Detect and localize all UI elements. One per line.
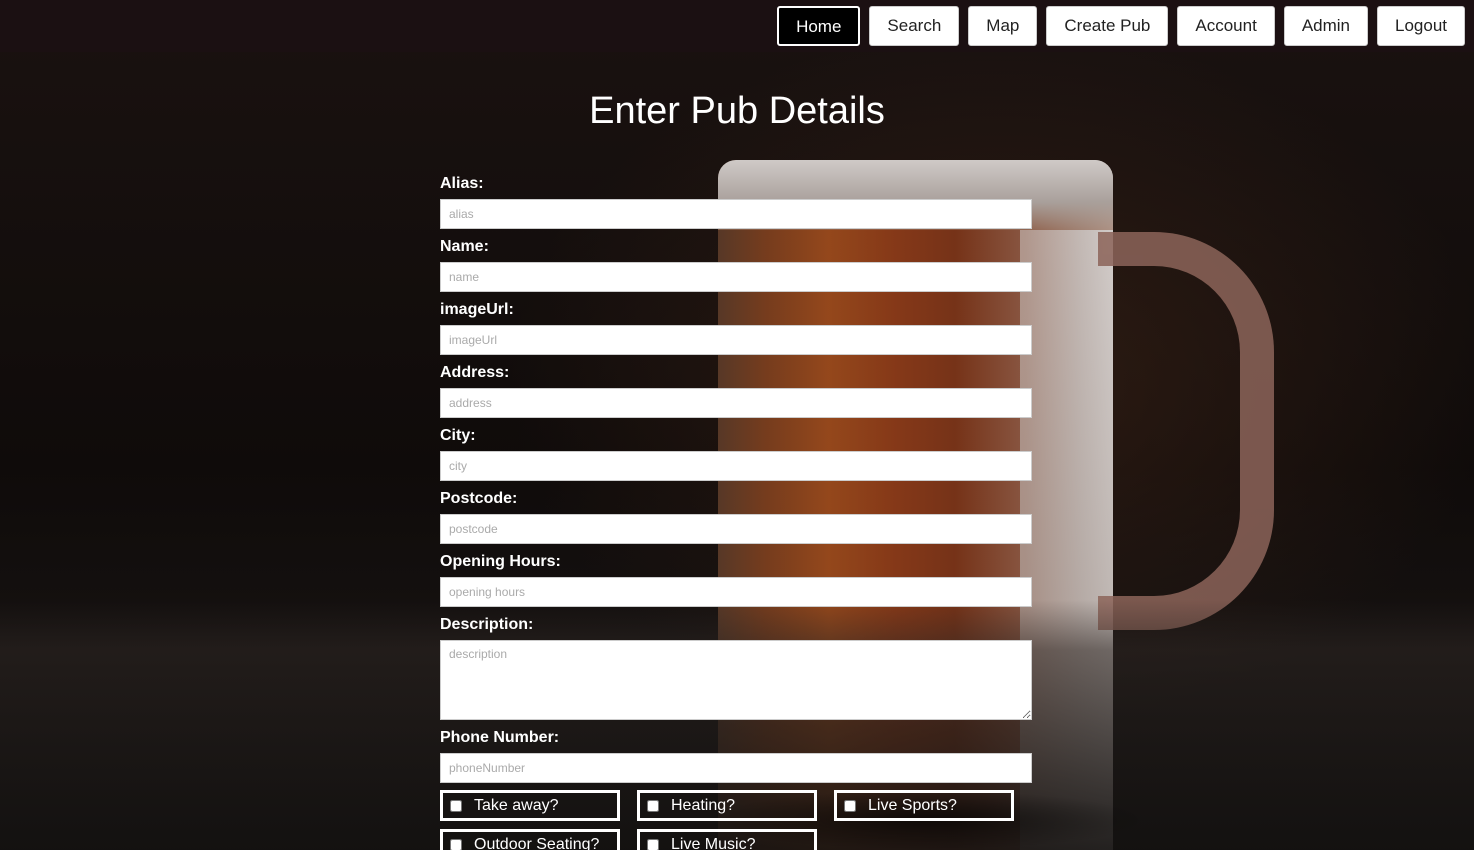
description-label: Description: xyxy=(440,616,534,633)
page-title: Enter Pub Details xyxy=(589,90,885,132)
address-label: Address: xyxy=(440,364,510,381)
outdoor-seating-option[interactable]: Outdoor Seating? xyxy=(440,829,620,850)
address-input[interactable] xyxy=(440,388,1032,418)
nav-logout-button[interactable]: Logout xyxy=(1377,6,1465,46)
phone-number-label: Phone Number: xyxy=(440,729,560,746)
nav-create-pub-button[interactable]: Create Pub xyxy=(1046,6,1169,46)
take-away-checkbox[interactable] xyxy=(450,799,462,812)
heating-label: Heating? xyxy=(671,796,736,814)
live-sports-checkbox[interactable] xyxy=(844,799,856,812)
image-url-label: imageUrl: xyxy=(440,301,514,318)
opening-hours-input[interactable] xyxy=(440,577,1032,607)
image-url-input[interactable] xyxy=(440,325,1032,355)
amenities-checkbox-group: Take away? Heating? Live Sports? Outdoor… xyxy=(440,790,1040,850)
live-music-label: Live Music? xyxy=(671,835,756,850)
name-label: Name: xyxy=(440,238,489,255)
city-label: City: xyxy=(440,427,476,444)
outdoor-seating-checkbox[interactable] xyxy=(450,838,462,850)
nav-search-button[interactable]: Search xyxy=(869,6,960,46)
pub-details-form: Alias: Name: imageUrl: Address: City: Po… xyxy=(440,173,1032,850)
heating-checkbox[interactable] xyxy=(647,799,659,812)
main-content: Enter Pub Details Alias: Name: imageUrl:… xyxy=(0,52,1474,850)
nav-home-button[interactable]: Home xyxy=(777,6,861,46)
nav-account-button[interactable]: Account xyxy=(1177,6,1275,46)
name-input[interactable] xyxy=(440,262,1032,292)
opening-hours-label: Opening Hours: xyxy=(440,553,561,570)
description-textarea[interactable] xyxy=(440,640,1032,720)
take-away-option[interactable]: Take away? xyxy=(440,790,620,821)
take-away-label: Take away? xyxy=(474,796,559,814)
nav-map-button[interactable]: Map xyxy=(968,6,1038,46)
live-sports-label: Live Sports? xyxy=(868,796,957,814)
city-input[interactable] xyxy=(440,451,1032,481)
live-music-checkbox[interactable] xyxy=(647,838,659,850)
alias-input[interactable] xyxy=(440,199,1032,229)
heating-option[interactable]: Heating? xyxy=(637,790,817,821)
postcode-input[interactable] xyxy=(440,514,1032,544)
live-music-option[interactable]: Live Music? xyxy=(637,829,817,850)
alias-label: Alias: xyxy=(440,175,484,192)
phone-number-input[interactable] xyxy=(440,753,1032,783)
live-sports-option[interactable]: Live Sports? xyxy=(834,790,1014,821)
postcode-label: Postcode: xyxy=(440,490,518,507)
top-navbar: Home Search Map Create Pub Account Admin… xyxy=(0,0,1474,52)
nav-admin-button[interactable]: Admin xyxy=(1283,6,1368,46)
outdoor-seating-label: Outdoor Seating? xyxy=(474,835,600,850)
